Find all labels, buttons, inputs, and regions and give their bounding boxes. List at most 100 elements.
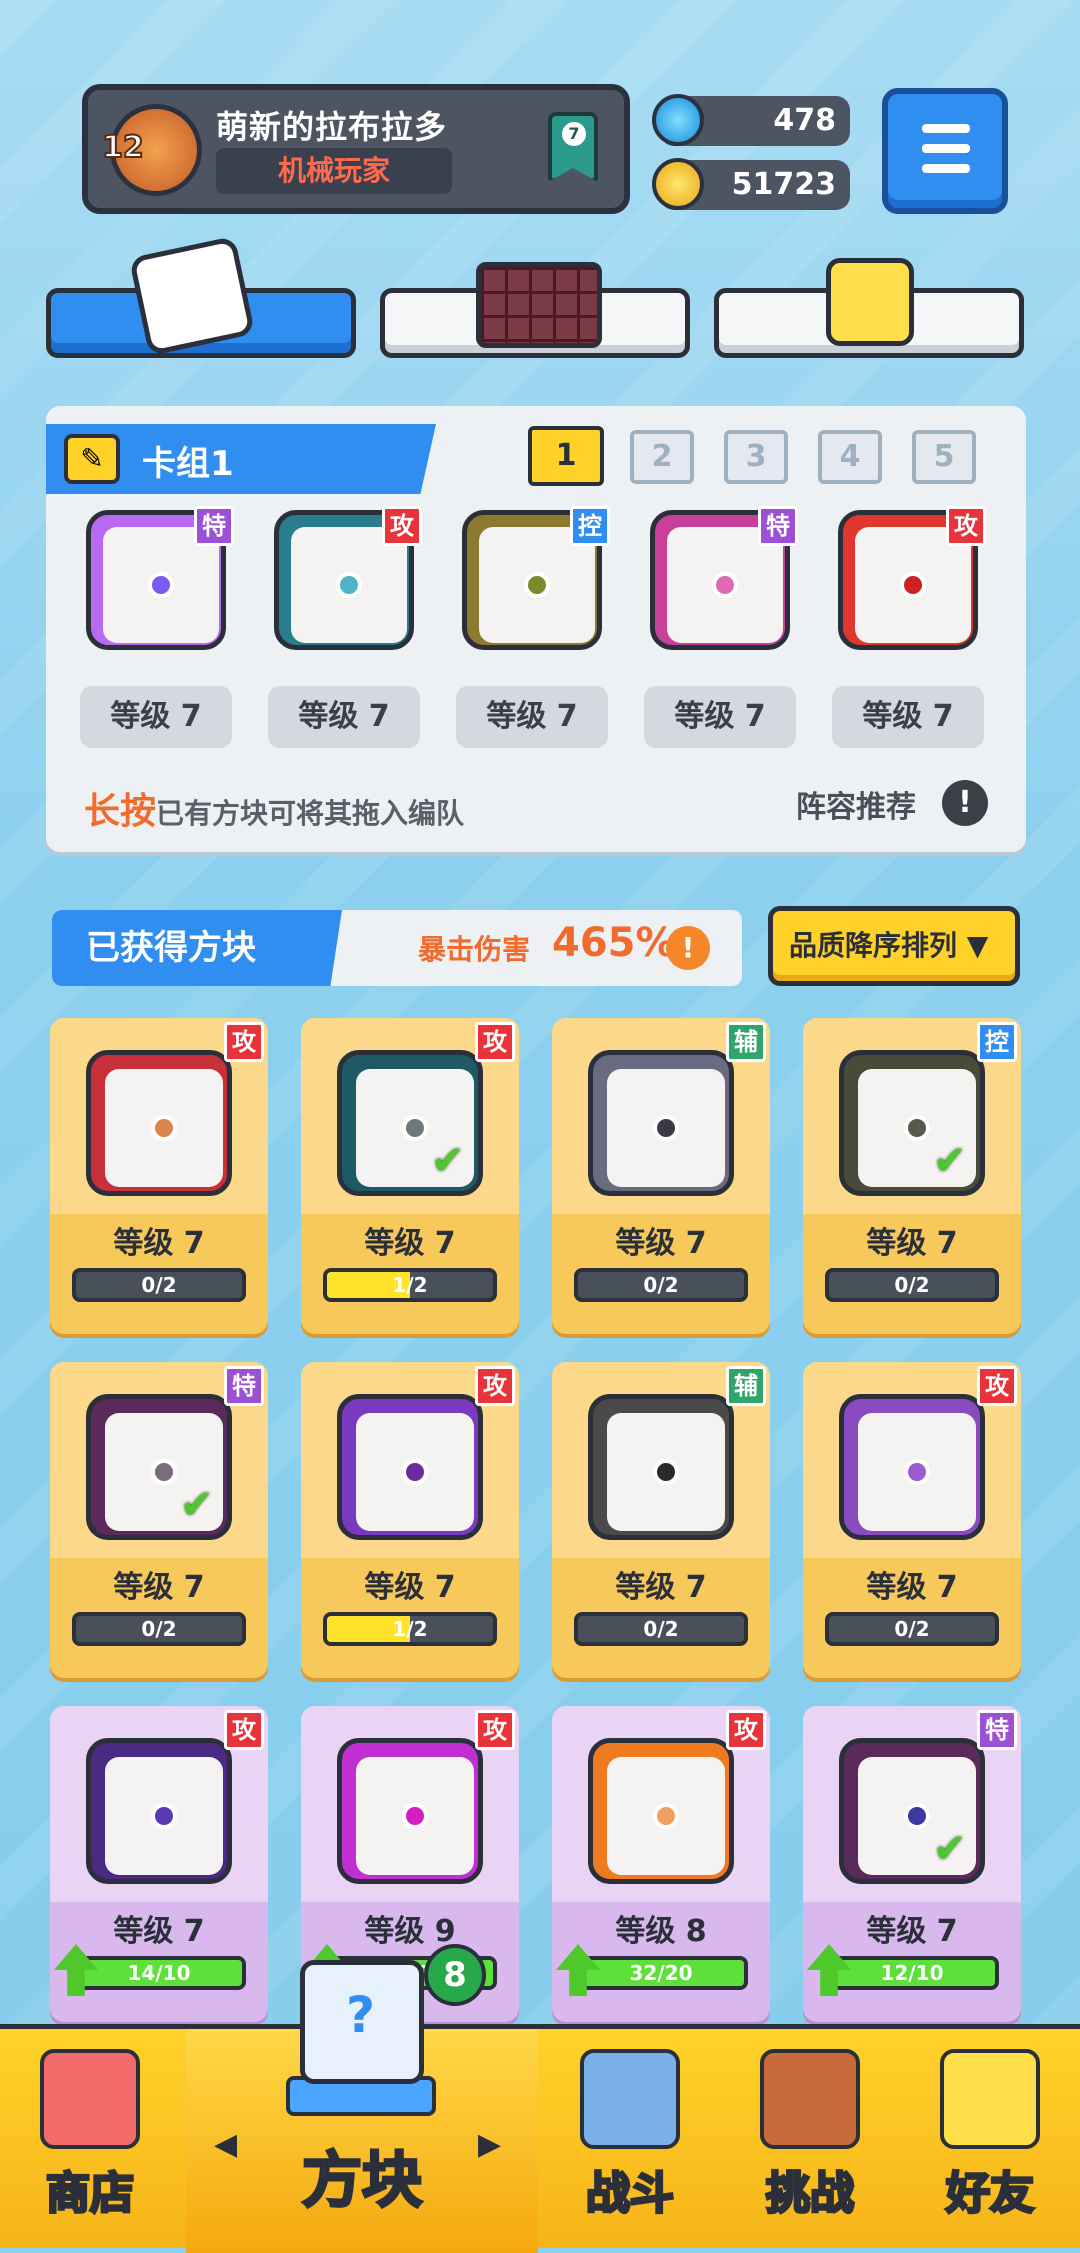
progress-text: 0/2 <box>643 1617 679 1641</box>
upgrade-progress-bar: 0/2 <box>574 1268 748 1302</box>
card-type-tag: 特 <box>194 506 234 546</box>
card-level: 等级 7 <box>866 1226 958 1261</box>
owned-card[interactable]: 攻等级 7 0/2 <box>50 1018 268 1334</box>
rank-number: 7 <box>562 122 586 146</box>
sword-shield-icon <box>580 2049 680 2149</box>
deck-tab-4[interactable]: 4 <box>818 430 882 484</box>
card-face <box>356 1413 474 1531</box>
owned-card[interactable]: 特 ✔ 等级 7 0/2 <box>50 1362 268 1678</box>
bottom-nav: 商店 方块 ◀ ▶ 战斗 挑战 好友 <box>0 2024 1080 2253</box>
card-core-icon <box>653 1115 679 1141</box>
left-arrow-icon[interactable]: ◀ <box>214 2127 237 2162</box>
card-level: 等级 7 <box>832 686 984 748</box>
card-core-icon <box>712 572 738 598</box>
castle-icon <box>760 2049 860 2149</box>
player-level: 12 <box>101 129 145 166</box>
progress-text: 1/2 <box>392 1273 428 1297</box>
card-type-tag: 攻 <box>475 1366 515 1406</box>
owned-card[interactable]: 特 ✔ 等级 7 12/10 <box>803 1706 1021 2022</box>
upgrade-progress-bar: 1/2 <box>323 1612 497 1646</box>
edit-pencil-icon[interactable]: ✎ <box>64 434 120 484</box>
card-face <box>105 1069 223 1187</box>
owned-card-image <box>588 1050 734 1196</box>
upgrade-progress-bar: 1/2 <box>323 1268 497 1302</box>
card-core-icon <box>402 1803 428 1829</box>
nav-shop[interactable]: 商店 <box>0 2029 180 2249</box>
card-core-icon <box>336 572 362 598</box>
card-type-tag: 攻 <box>382 506 422 546</box>
card-type-tag: 攻 <box>224 1710 264 1750</box>
card-level: 等级 7 <box>113 1226 205 1261</box>
card-level: 等级 9 <box>364 1914 456 1949</box>
owned-card[interactable]: 攻等级 8 32/20 <box>552 1706 770 2022</box>
deck-tab-5[interactable]: 5 <box>912 430 976 484</box>
card-face <box>607 1413 725 1531</box>
profile-card[interactable]: 12 萌新的拉布拉多 机械玩家 7 <box>82 84 630 214</box>
nav-battle[interactable]: 战斗 <box>540 2029 720 2249</box>
card-type-tag: 攻 <box>475 1022 515 1062</box>
owned-card-image <box>86 1738 232 1884</box>
info-icon[interactable]: ! <box>942 780 988 826</box>
owned-card[interactable]: 攻等级 7 1/2 <box>301 1362 519 1678</box>
card-level: 等级 7 <box>644 686 796 748</box>
card-core-icon <box>402 1459 428 1485</box>
progress-text: 0/2 <box>643 1273 679 1297</box>
card-type-tag: 特 <box>977 1710 1017 1750</box>
card-type-tag: 攻 <box>475 1710 515 1750</box>
card-core-icon <box>151 1115 177 1141</box>
owned-card-image <box>337 1738 483 1884</box>
nav-friends-label: 好友 <box>945 2167 1036 2221</box>
nav-shop-label: 商店 <box>45 2167 136 2221</box>
player-name: 萌新的拉布拉多 <box>216 108 448 146</box>
card-level: 等级 7 <box>364 1570 456 1605</box>
owned-card[interactable]: 攻等级 7 0/2 <box>803 1362 1021 1678</box>
card-type-tag: 特 <box>758 506 798 546</box>
owned-card[interactable]: 攻等级 7 14/10 <box>50 1706 268 2022</box>
card-level: 等级 7 <box>456 686 608 748</box>
progress-text: 0/2 <box>894 1273 930 1297</box>
menu-button[interactable] <box>882 88 1008 214</box>
deck-tab-1[interactable]: 1 <box>528 426 604 486</box>
progress-text: 14/10 <box>127 1961 191 1985</box>
deck-tab-3[interactable]: 3 <box>724 430 788 484</box>
menu-icon <box>922 124 970 133</box>
owned-card-image <box>86 1050 232 1196</box>
card-core-icon <box>151 1459 177 1485</box>
lineup-recommend-label[interactable]: 阵容推荐 <box>796 782 916 826</box>
card-core-icon <box>653 1803 679 1829</box>
sort-dropdown[interactable]: 品质降序排列 ▼ <box>768 906 1020 986</box>
nav-challenge[interactable]: 挑战 <box>720 2029 900 2249</box>
card-type-tag: 控 <box>977 1022 1017 1062</box>
owned-card[interactable]: 攻 ✔ 等级 7 1/2 <box>301 1018 519 1334</box>
card-type-tag: 控 <box>570 506 610 546</box>
card-level: 等级 7 <box>113 1570 205 1605</box>
card-level: 等级 7 <box>615 1226 707 1261</box>
owned-header: 已获得方块 暴击伤害 465% ! <box>52 910 742 986</box>
crit-info-icon[interactable]: ! <box>666 926 710 970</box>
progress-text: 1/2 <box>392 1617 428 1641</box>
owned-title: 已获得方块 <box>52 910 342 986</box>
deck-tab-2[interactable]: 2 <box>630 430 694 484</box>
deck-panel: ✎ 卡组1 1 2 3 4 5 特等级 7 攻等级 7 控等级 7 特等级 7 攻等级 … <box>46 406 1026 852</box>
right-arrow-icon[interactable]: ▶ <box>478 2127 501 2162</box>
owned-card[interactable]: 控 ✔ 等级 7 0/2 <box>803 1018 1021 1334</box>
progress-text: 12/10 <box>880 1961 944 1985</box>
owned-card[interactable]: 辅等级 7 0/2 <box>552 1018 770 1334</box>
card-level: 等级 7 <box>364 1226 456 1261</box>
smile-icon <box>826 258 914 346</box>
card-type-tag: 辅 <box>726 1022 766 1062</box>
drag-hint: 长按已有方块可将其拖入编队 <box>84 782 464 834</box>
progress-text: 0/2 <box>141 1273 177 1297</box>
card-face <box>356 1757 474 1875</box>
shop-icon <box>40 2049 140 2149</box>
card-type-tag: 攻 <box>224 1022 264 1062</box>
upgrade-progress-bar: 0/2 <box>825 1612 999 1646</box>
owned-card-image <box>839 1394 985 1540</box>
in-deck-check-icon: ✔ <box>933 1826 967 1872</box>
card-type-tag: 攻 <box>726 1710 766 1750</box>
nav-friends[interactable]: 好友 <box>900 2029 1080 2249</box>
owned-card[interactable]: 辅等级 7 0/2 <box>552 1362 770 1678</box>
card-face <box>105 1757 223 1875</box>
progress-text: 32/20 <box>629 1961 693 1985</box>
crit-label: 暴击伤害 <box>418 933 531 966</box>
